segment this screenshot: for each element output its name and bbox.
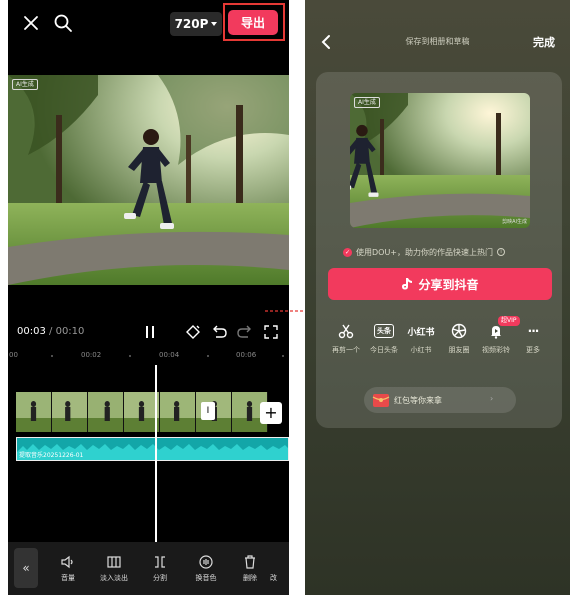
caret-down-icon xyxy=(211,22,218,26)
vip-badge: 超VIP xyxy=(498,316,520,326)
resolution-label: 720P xyxy=(174,17,209,31)
tool-voice-change[interactable]: 换音色 xyxy=(186,554,226,583)
total-time: 00:10 xyxy=(55,326,85,337)
promo-text: 红包等你来拿 xyxy=(394,396,442,405)
share-target-label: 今日头条 xyxy=(370,346,398,354)
moments-icon xyxy=(451,323,467,339)
tool-fade[interactable]: 淡入淡出 xyxy=(94,554,134,583)
share-target-more[interactable]: ··· 更多 xyxy=(513,322,553,355)
video-frame-thumb xyxy=(160,392,196,432)
share-target-recut[interactable]: 再剪一个 xyxy=(326,322,366,355)
delete-icon xyxy=(245,555,255,569)
search-icon[interactable] xyxy=(52,12,74,34)
time-separator: / xyxy=(49,326,53,337)
tool-label: 分割 xyxy=(153,574,167,582)
tool-label: 换音色 xyxy=(195,574,217,582)
save-status-title: 保存到相册和草稿 xyxy=(405,37,470,46)
share-button-label: 分享到抖音 xyxy=(418,277,479,292)
tool-more[interactable]: 改 xyxy=(270,554,289,583)
current-time: 00:03 xyxy=(17,326,46,337)
voice-change-icon xyxy=(199,555,213,569)
tool-label: 淡入淡出 xyxy=(100,574,128,582)
audio-track[interactable]: 提取音乐20251226-01 xyxy=(16,437,289,461)
scissors-icon xyxy=(338,324,354,339)
park-runner-scene xyxy=(350,93,530,228)
ruler-dot xyxy=(129,355,131,357)
share-to-douyin-button[interactable]: 分享到抖音 xyxy=(328,268,552,300)
bottom-toolbar: « 音量 淡入淡出 分割 换音色 删除 改 xyxy=(8,542,289,595)
editor-top-bar: 720P 导出 xyxy=(8,0,289,48)
fade-icon xyxy=(107,556,121,568)
xiaohongshu-icon: 小红书 xyxy=(407,327,435,338)
clip-split-marker[interactable]: I xyxy=(201,402,215,420)
export-button[interactable]: 导出 xyxy=(228,10,278,35)
timeline-ruler: 00 00:02 00:04 00:06 xyxy=(8,350,289,362)
ai-generated-badge: AI生成 xyxy=(12,79,38,90)
chevron-right-icon: › xyxy=(490,394,494,403)
share-target-ringtone[interactable]: 视频彩铃 xyxy=(476,322,516,355)
pause-icon[interactable] xyxy=(141,323,159,341)
tool-label: 音量 xyxy=(61,574,75,582)
red-packet-promo[interactable]: 红包等你来拿 › xyxy=(364,387,516,413)
ruler-dot xyxy=(207,355,209,357)
douyin-logo-icon xyxy=(402,278,413,290)
ruler-dot xyxy=(51,355,53,357)
share-target-label: 更多 xyxy=(526,346,540,354)
timeline-playhead[interactable] xyxy=(155,365,157,543)
tool-label: 改 xyxy=(270,574,277,582)
video-frame-thumb xyxy=(88,392,124,432)
redo-icon[interactable] xyxy=(236,323,254,341)
share-target-label: 朋友圈 xyxy=(448,346,470,354)
video-track[interactable] xyxy=(16,392,268,432)
collapse-toolbar-button[interactable]: « xyxy=(14,548,38,588)
info-icon[interactable]: i xyxy=(497,248,506,256)
share-target-label: 再剪一个 xyxy=(332,346,360,354)
tool-volume[interactable]: 音量 xyxy=(48,554,88,583)
close-icon[interactable] xyxy=(20,12,42,34)
video-frame-thumb xyxy=(52,392,88,432)
tool-split[interactable]: 分割 xyxy=(140,554,180,583)
resolution-dropdown[interactable]: 720P xyxy=(170,12,222,36)
video-editor-screen: 720P 导出 AI生成 00:03 / 00:10 00 00:02 00:0… xyxy=(8,0,289,595)
ruler-tick: 00:04 xyxy=(159,351,180,359)
thumbnail-watermark: 剪映AI生成 xyxy=(502,219,527,225)
audio-clip-name: 提取音乐20251226-01 xyxy=(19,452,84,459)
fullscreen-icon[interactable] xyxy=(262,323,280,341)
ruler-dot xyxy=(282,355,284,357)
share-target-label: 视频彩铃 xyxy=(482,346,510,354)
share-target-toutiao[interactable]: 头条 今日头条 xyxy=(364,322,404,355)
ruler-tick: 00 xyxy=(9,351,18,359)
more-dots-icon: ··· xyxy=(527,324,540,338)
split-icon xyxy=(155,556,165,568)
keyframe-icon[interactable] xyxy=(184,323,202,341)
park-runner-scene xyxy=(8,75,289,285)
dou-plus-text: 使用DOU+，助力你的作品快速上热门 xyxy=(356,247,494,257)
tool-delete[interactable]: 删除 xyxy=(230,554,270,583)
back-icon[interactable] xyxy=(319,34,333,50)
video-preview[interactable]: AI生成 xyxy=(8,75,289,285)
more-icon xyxy=(272,554,288,570)
undo-icon[interactable] xyxy=(210,323,228,341)
share-target-xiaohongshu[interactable]: 小红书 小红书 xyxy=(401,322,441,355)
share-target-label: 小红书 xyxy=(410,346,432,354)
share-screen: 保存到相册和草稿 完成 AI生成 剪映AI生成 ✓ 使用DOU+，助力你的作品快… xyxy=(305,0,570,595)
video-thumbnail: AI生成 剪映AI生成 xyxy=(350,93,530,228)
volume-icon xyxy=(61,555,73,569)
checkbox-checked-icon[interactable]: ✓ xyxy=(343,247,352,257)
add-clip-button[interactable]: + xyxy=(260,402,282,424)
ruler-tick: 00:02 xyxy=(81,351,102,359)
dou-plus-option[interactable]: ✓ 使用DOU+，助力你的作品快速上热门 i xyxy=(343,246,506,258)
share-target-moments[interactable]: 朋友圈 xyxy=(439,322,479,355)
tool-label: 删除 xyxy=(243,574,257,582)
ruler-tick: 00:06 xyxy=(236,351,257,359)
playback-controls: 00:03 / 00:10 xyxy=(8,320,289,344)
toutiao-icon: 头条 xyxy=(374,324,394,338)
ai-generated-badge: AI生成 xyxy=(354,97,380,108)
video-frame-thumb xyxy=(16,392,52,432)
done-button[interactable]: 完成 xyxy=(533,34,555,50)
time-display: 00:03 / 00:10 xyxy=(17,326,84,337)
red-packet-icon xyxy=(372,394,390,407)
